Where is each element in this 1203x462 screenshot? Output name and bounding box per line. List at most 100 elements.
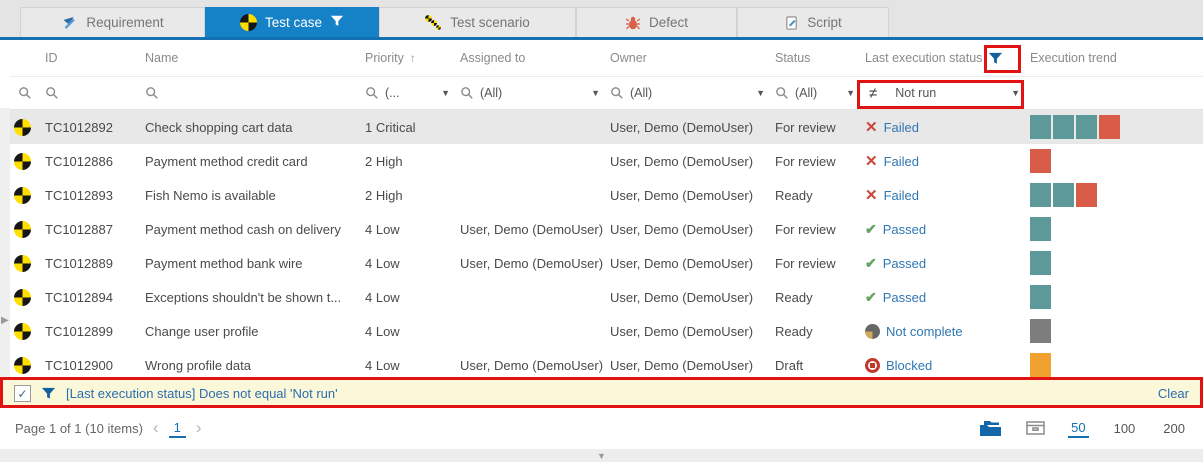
row-last-execution-status[interactable]: ✔ Passed bbox=[865, 222, 1030, 237]
table-row[interactable]: TC1012887 Payment method cash on deliver… bbox=[10, 212, 1203, 246]
row-last-execution-status[interactable]: ✕ Failed bbox=[865, 154, 1030, 169]
page-size-50[interactable]: 50 bbox=[1068, 419, 1088, 438]
row-execution-trend bbox=[1030, 217, 1203, 241]
column-header-execution-trend[interactable]: Execution trend bbox=[1030, 51, 1203, 65]
trend-square-teal bbox=[1030, 217, 1051, 241]
row-execution-trend bbox=[1030, 353, 1203, 377]
column-header-assigned-to[interactable]: Assigned to bbox=[460, 51, 610, 65]
filter-cell-name[interactable] bbox=[145, 86, 365, 100]
next-page-icon[interactable]: › bbox=[196, 418, 202, 438]
failed-icon: ✕ bbox=[865, 120, 878, 135]
current-page-button[interactable]: 1 bbox=[169, 419, 186, 438]
column-header-label: Execution trend bbox=[1030, 51, 1117, 65]
trend-square-red bbox=[1030, 149, 1051, 173]
filter-summary-bar: ✓ [Last execution status] Does not equal… bbox=[0, 380, 1203, 407]
column-header-id[interactable]: ID bbox=[45, 51, 145, 65]
filter-cell-status[interactable]: (All)▼ bbox=[775, 86, 865, 100]
chevron-down-icon[interactable]: ▼ bbox=[441, 88, 450, 98]
row-priority: 4 Low bbox=[365, 324, 460, 339]
execution-status-label[interactable]: Blocked bbox=[886, 358, 932, 373]
test-case-icon bbox=[14, 119, 31, 136]
page-size-100[interactable]: 100 bbox=[1111, 420, 1139, 437]
column-header-label: ID bbox=[45, 51, 58, 65]
row-last-execution-status[interactable]: ✔Passed bbox=[865, 290, 1030, 305]
tab-filter-icon bbox=[330, 14, 344, 31]
tab-test-scenario[interactable]: Test scenario bbox=[379, 7, 576, 37]
passed-icon: ✔ bbox=[865, 256, 877, 270]
clear-filter-link[interactable]: Clear bbox=[1158, 386, 1189, 401]
execution-status-label[interactable]: Passed bbox=[883, 290, 926, 305]
scroll-down-icon[interactable]: ▼ bbox=[597, 451, 606, 461]
execution-status-label[interactable]: Failed bbox=[884, 120, 919, 135]
chevron-down-icon[interactable]: ▼ bbox=[591, 88, 600, 98]
column-header-name[interactable]: Name bbox=[145, 51, 365, 65]
not-equal-operator-icon[interactable]: ≠ bbox=[869, 85, 877, 102]
table-row[interactable]: TC1012886 Payment method credit card 2 H… bbox=[10, 144, 1203, 178]
filter-cell-priority[interactable]: (...▼ bbox=[365, 86, 460, 100]
table-row[interactable]: TC1012899 Change user profile 4 Low User… bbox=[10, 314, 1203, 348]
tab-test-case[interactable]: Test case bbox=[205, 7, 379, 37]
trend-square-orange bbox=[1030, 353, 1051, 377]
column-filter-icon[interactable] bbox=[988, 51, 1003, 66]
row-status: For review bbox=[775, 222, 865, 237]
execution-status-label[interactable]: Passed bbox=[883, 222, 926, 237]
row-last-execution-status[interactable]: ✕Failed bbox=[865, 188, 1030, 203]
row-priority: 4 Low bbox=[365, 256, 460, 271]
row-last-execution-status[interactable]: Blocked bbox=[865, 358, 1030, 373]
test-case-icon bbox=[14, 221, 31, 238]
table-row[interactable]: TC1012893 Fish Nemo is available 2 High … bbox=[10, 178, 1203, 212]
previous-page-icon[interactable]: ‹ bbox=[153, 418, 159, 438]
expand-panel-arrow-icon[interactable]: ▶ bbox=[1, 315, 9, 326]
tab-script[interactable]: Script bbox=[737, 7, 889, 37]
trend-square-teal bbox=[1053, 115, 1074, 139]
table-row[interactable]: TC1012889 Payment method bank wire 4 Low… bbox=[10, 246, 1203, 280]
trend-square-teal bbox=[1053, 183, 1074, 207]
table-row[interactable]: TC1012894 Exceptions shouldn't be shown … bbox=[10, 280, 1203, 314]
failed-icon: ✕ bbox=[865, 154, 878, 169]
row-last-execution-status[interactable]: Not complete bbox=[865, 324, 1030, 339]
page-size-200[interactable]: 200 bbox=[1160, 420, 1188, 437]
row-name: Exceptions shouldn't be shown t... bbox=[145, 290, 365, 305]
row-name: Check shopping cart data bbox=[145, 120, 365, 135]
chevron-down-icon[interactable]: ▼ bbox=[846, 88, 855, 98]
execution-status-label[interactable]: Passed bbox=[883, 256, 926, 271]
filter-enabled-checkbox[interactable]: ✓ bbox=[14, 385, 31, 402]
column-header-last-execution-status[interactable]: Last execution status bbox=[865, 51, 1030, 66]
execution-status-label[interactable]: Failed bbox=[884, 188, 919, 203]
filter-cell-last-execution-status[interactable]: ≠Not run▼ bbox=[865, 85, 1030, 102]
table-row[interactable]: TC1012900 Wrong profile data 4 Low User,… bbox=[10, 348, 1203, 382]
not-complete-icon bbox=[865, 324, 880, 339]
row-priority: 2 High bbox=[365, 154, 460, 169]
pager-footer: Page 1 of 1 (10 items) ‹ 1 › 50 100 200 bbox=[0, 407, 1203, 449]
search-icon bbox=[365, 86, 379, 100]
execution-status-label[interactable]: Not complete bbox=[886, 324, 963, 339]
column-header-priority[interactable]: Priority↑ bbox=[365, 51, 460, 65]
column-header-owner[interactable]: Owner bbox=[610, 51, 775, 65]
tab-label: Test case bbox=[265, 15, 322, 30]
table-row[interactable]: TC1012892 Check shopping cart data 1 Cri… bbox=[10, 110, 1203, 144]
filter-cell-icon-col[interactable] bbox=[10, 86, 45, 100]
execution-status-label[interactable]: Failed bbox=[884, 154, 919, 169]
chevron-down-icon[interactable]: ▼ bbox=[756, 88, 765, 98]
row-owner: User, Demo (DemoUser) bbox=[610, 222, 775, 237]
row-assigned-to: User, Demo (DemoUser) bbox=[460, 222, 610, 237]
filter-cell-id[interactable] bbox=[45, 86, 145, 100]
chevron-down-icon[interactable]: ▼ bbox=[1011, 88, 1020, 98]
bottom-scrollbar[interactable]: ▼ bbox=[0, 449, 1203, 462]
test-case-icon bbox=[14, 357, 31, 374]
filter-cell-assigned-to[interactable]: (All)▼ bbox=[460, 86, 610, 100]
row-last-execution-status[interactable]: ✕ Failed bbox=[865, 120, 1030, 135]
filter-row: (...▼ (All)▼ (All)▼ (All)▼ ≠Not run▼ bbox=[10, 77, 1203, 110]
filter-cell-owner[interactable]: (All)▼ bbox=[610, 86, 775, 100]
row-last-execution-status[interactable]: ✔ Passed bbox=[865, 256, 1030, 271]
row-priority: 1 Critical bbox=[365, 120, 460, 135]
passed-icon: ✔ bbox=[865, 222, 877, 236]
sort-ascending-icon: ↑ bbox=[410, 51, 416, 65]
archive-box-icon[interactable] bbox=[1025, 420, 1046, 436]
row-id: TC1012894 bbox=[45, 290, 145, 305]
trend-square-teal bbox=[1030, 183, 1051, 207]
folders-view-icon[interactable] bbox=[979, 420, 1003, 437]
tab-requirement[interactable]: Requirement bbox=[20, 7, 205, 37]
column-header-status[interactable]: Status bbox=[775, 51, 865, 65]
tab-defect[interactable]: Defect bbox=[576, 7, 737, 37]
